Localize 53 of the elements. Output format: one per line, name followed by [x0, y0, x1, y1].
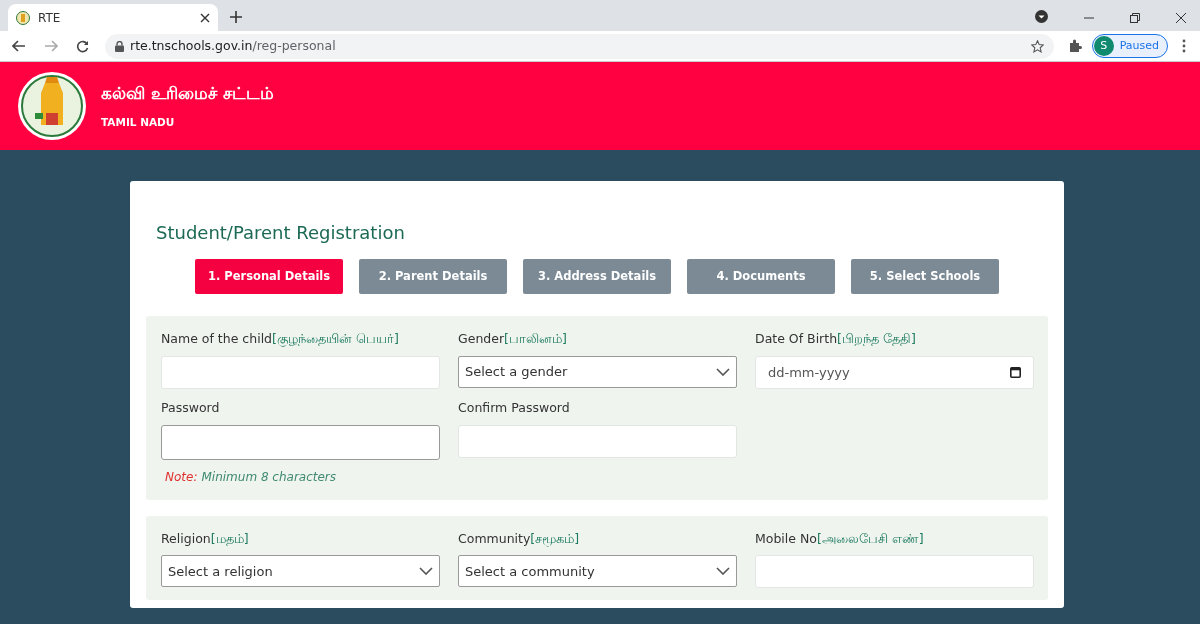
note-text: Minimum 8 characters [201, 469, 337, 484]
field-label: Date Of Birth [755, 331, 838, 346]
more-icon[interactable] [1182, 39, 1186, 53]
password-field[interactable] [161, 424, 440, 460]
tamil-label: [அலைபேசி எண்] [817, 530, 924, 546]
forward-icon [44, 40, 58, 52]
dropdown-icon[interactable] [1035, 10, 1048, 23]
date-field[interactable]: dd-mm-yyyy [755, 355, 1034, 389]
field-label: Confirm Password [458, 399, 570, 415]
step-tab[interactable]: 1. Personal Details [195, 259, 343, 294]
chevron-icon [716, 567, 730, 576]
page-title: Student/Parent Registration [156, 221, 406, 245]
step-tab[interactable]: 3. Address Details [523, 259, 671, 294]
select-field[interactable]: Select a community [458, 555, 737, 588]
select-field[interactable]: Select a gender [458, 355, 737, 388]
field-label: Password [161, 399, 220, 415]
note-label: Note: [165, 469, 198, 484]
star-icon[interactable] [1030, 39, 1044, 53]
tamil-label: [பிறந்த தேதி] [837, 331, 916, 346]
close-window-icon[interactable] [1176, 13, 1186, 23]
chevron-icon [716, 367, 730, 376]
site-subtitle: TAMIL NADU [101, 114, 176, 130]
new-tab-icon[interactable] [230, 11, 242, 23]
input-field[interactable] [755, 555, 1034, 589]
step-tab[interactable]: 2. Parent Details [359, 259, 507, 294]
field-label: Name of the child [161, 331, 273, 346]
select-field[interactable]: Select a religion [161, 555, 440, 588]
reload-icon[interactable] [76, 39, 89, 53]
step-tab[interactable]: 4. Documents [687, 259, 835, 294]
field-label: Mobile No [755, 530, 817, 546]
input-field[interactable] [458, 424, 737, 458]
tamil-label: [குழந்தையின் பெயர்] [272, 331, 399, 346]
chevron-icon [419, 567, 433, 576]
tamil-label: [மதம்] [210, 530, 249, 546]
profile-button[interactable]: S Paused [1091, 34, 1168, 58]
tamil-label: [பாலினம்] [504, 331, 567, 346]
puzzle-icon[interactable] [1067, 39, 1082, 53]
step-tab[interactable]: 5. Select Schools [851, 259, 999, 294]
emblem-icon [16, 10, 30, 25]
browser-tab[interactable]: RTE [8, 4, 218, 31]
field-label: Religion [161, 530, 211, 546]
input-field[interactable] [161, 355, 440, 389]
tamil-label: [சமூகம்] [530, 530, 580, 546]
address-bar[interactable]: rte.tnschools.gov.in/reg-personal [105, 33, 1054, 59]
tab-title: RTE [38, 9, 62, 27]
lock-icon [115, 40, 124, 52]
field-label: Community [458, 530, 531, 546]
calendar-icon[interactable] [1010, 366, 1021, 379]
close-icon[interactable] [200, 12, 210, 23]
restore-icon[interactable] [1130, 13, 1140, 23]
back-icon[interactable] [12, 40, 26, 52]
site-title: கல்வி உரிமைச் சட்டம் [101, 82, 274, 106]
field-label: Gender [458, 331, 505, 346]
